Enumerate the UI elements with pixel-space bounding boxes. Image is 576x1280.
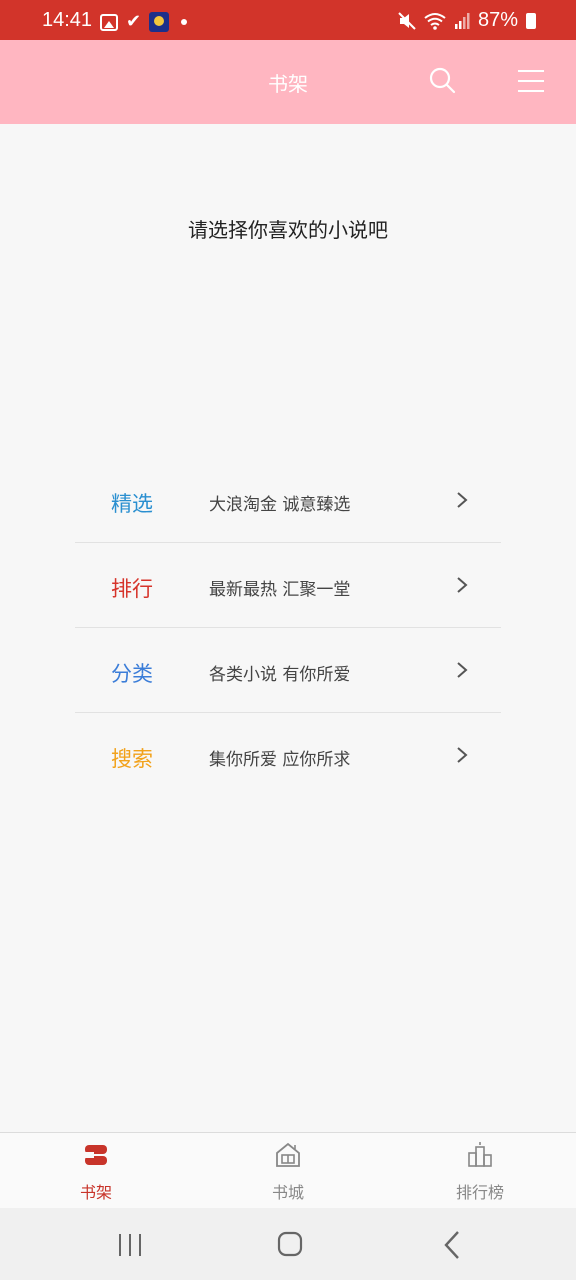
menu-item-desc: 大浪淘金 诚意臻选 <box>209 495 351 515</box>
search-icon[interactable] <box>428 66 456 94</box>
status-time: 14:41 <box>42 9 93 31</box>
bookshelf-icon <box>84 1145 107 1165</box>
recents-icon[interactable] <box>110 1228 150 1262</box>
chevron-right-icon <box>457 747 468 763</box>
tab-label: 排行榜 <box>455 1183 504 1202</box>
battery-icon <box>526 13 536 29</box>
system-nav-bar <box>0 1208 576 1280</box>
menu-item-ranking[interactable]: 排行 最新最热 汇聚一堂 <box>75 543 501 628</box>
select-novel-prompt: 请选择你喜欢的小说吧 <box>188 218 388 242</box>
menu-item-featured[interactable]: 精选 大浪淘金 诚意臻选 <box>75 458 501 543</box>
bookstore-icon <box>276 1142 300 1167</box>
status-bar: 14:41 ✔ 87% <box>0 0 576 40</box>
menu-item-desc: 最新最热 汇聚一堂 <box>209 580 351 600</box>
menu-item-title: 精选 <box>111 492 153 516</box>
tab-bookshelf[interactable]: 书架 <box>36 1133 156 1209</box>
mute-icon <box>398 11 416 30</box>
app-header: 书架 <box>0 40 576 124</box>
menu-item-desc: 集你所爱 应你所求 <box>209 750 351 770</box>
app-avatar-icon <box>149 12 170 32</box>
chevron-right-icon <box>457 662 468 678</box>
page-title: 书架 <box>268 72 308 96</box>
back-icon[interactable] <box>432 1228 472 1262</box>
menu-item-category[interactable]: 分类 各类小说 有你所爱 <box>75 628 501 713</box>
menu-item-title: 排行 <box>111 577 153 601</box>
menu-item-desc: 各类小说 有你所爱 <box>209 665 351 685</box>
home-icon[interactable] <box>270 1228 310 1262</box>
signal-icon <box>454 12 470 29</box>
tab-bookstore[interactable]: 书城 <box>228 1133 348 1209</box>
menu-item-title: 搜索 <box>111 747 153 771</box>
menu-item-title: 分类 <box>111 662 153 686</box>
menu-icon[interactable] <box>516 68 546 94</box>
battery-level: 87% <box>477 9 518 31</box>
menu-item-search[interactable]: 搜索 集你所爱 应你所求 <box>75 713 501 798</box>
bottom-tab-bar: 书架 书城 排行榜 <box>0 1132 576 1208</box>
chevron-right-icon <box>457 577 468 593</box>
chevron-right-icon <box>457 492 468 508</box>
tab-ranking[interactable]: 排行榜 <box>420 1133 540 1209</box>
notification-dot <box>181 19 188 25</box>
tab-label: 书架 <box>79 1183 112 1202</box>
feature-menu-list: 精选 大浪淘金 诚意臻选 排行 最新最热 汇聚一堂 分类 各类小说 有你所爱 搜… <box>75 458 501 798</box>
check-icon: ✔ <box>126 11 142 32</box>
gallery-icon <box>100 13 118 31</box>
tab-label: 书城 <box>271 1183 304 1202</box>
ranking-icon <box>468 1142 492 1167</box>
wifi-icon <box>424 12 446 30</box>
